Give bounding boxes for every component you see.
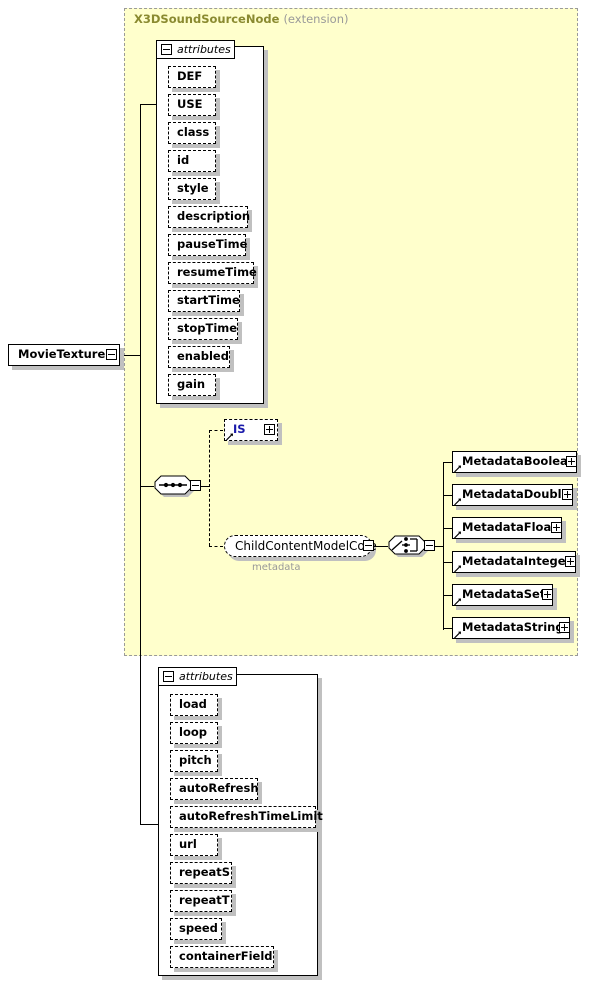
extension-kind-label: (extension) (283, 12, 349, 26)
attribute-starttime[interactable]: startTime (168, 290, 240, 312)
inherited-attributes-collapse-icon[interactable] (161, 44, 172, 55)
extension-base-type-label: X3DSoundSourceNode (134, 12, 280, 26)
attribute-label: class (177, 125, 210, 140)
attribute-label: DEF (177, 69, 203, 84)
connector-sequence-out (201, 486, 209, 487)
own-attributes-header-label: attributes (179, 670, 233, 683)
metadata-element-label: MetadataInteger (462, 554, 572, 569)
attribute-label: id (177, 153, 190, 168)
attribute-label: gain (177, 377, 206, 392)
reference-arrow-icon (453, 564, 461, 573)
connector-to-own-attributes (140, 824, 158, 825)
inherited-attributes-header[interactable]: attributes (156, 40, 235, 59)
attribute-label: url (179, 837, 197, 852)
metadata-element-float[interactable]: MetadataFloat (452, 517, 562, 539)
metadata-element-label: MetadataDouble (462, 487, 570, 502)
attribute-pitch[interactable]: pitch (170, 750, 218, 772)
attribute-label: autoRefreshTimeLimit (179, 809, 323, 824)
attribute-containerfield[interactable]: containerField (170, 946, 274, 968)
attribute-url[interactable]: url (170, 834, 218, 856)
own-attributes-header[interactable]: attributes (158, 667, 237, 686)
metadata-element-label: MetadataFloat (462, 520, 557, 535)
attribute-def[interactable]: DEF (168, 66, 216, 88)
attribute-label: repeatS (179, 865, 231, 880)
sequence-collapse-icon[interactable] (190, 480, 201, 491)
connector-to-inherited-attributes (140, 104, 156, 105)
attribute-use[interactable]: USE (168, 94, 216, 116)
attribute-label: pitch (179, 753, 212, 768)
attribute-label: startTime (177, 293, 240, 308)
attribute-description[interactable]: description (168, 206, 250, 228)
group-reference-childcontentmodelcore[interactable]: ChildContentModelCore (224, 535, 377, 557)
connector-branch-to-is (209, 430, 223, 431)
choice-collapse-icon[interactable] (424, 540, 435, 551)
metadata-element-expand-icon[interactable] (551, 522, 562, 533)
connector-sequence-branch-vertical (209, 430, 210, 546)
is-element-expand-icon[interactable] (264, 424, 275, 435)
connector-trunk (140, 104, 141, 824)
attribute-label: description (177, 209, 251, 224)
reference-arrow-icon (453, 530, 461, 539)
attribute-enabled[interactable]: enabled (168, 346, 230, 368)
metadata-element-double[interactable]: MetadataDouble (452, 484, 573, 506)
is-reference-arrow-icon (225, 432, 233, 441)
reference-arrow-icon (453, 497, 461, 506)
attribute-pausetime[interactable]: pauseTime (168, 234, 247, 256)
attribute-label: enabled (177, 349, 229, 364)
metadata-element-label: MetadataString (462, 620, 564, 635)
attribute-speed[interactable]: speed (170, 918, 222, 940)
connector-metadata-trunk (443, 462, 444, 630)
metadata-element-expand-icon[interactable] (566, 456, 577, 467)
metadata-element-string[interactable]: MetadataString (452, 617, 570, 639)
inherited-attributes-header-label: attributes (177, 43, 231, 56)
root-element-collapse-icon[interactable] (106, 349, 117, 360)
root-element-movietexture[interactable]: MovieTexture (8, 344, 120, 366)
attribute-stoptime[interactable]: stopTime (168, 318, 238, 340)
attribute-class[interactable]: class (168, 122, 216, 144)
attribute-repeatt[interactable]: repeatT (170, 890, 232, 912)
group-reference-collapse-icon[interactable] (363, 540, 374, 551)
attribute-label: style (177, 181, 209, 196)
attribute-autorefreshtimelimit[interactable]: autoRefreshTimeLimit (170, 806, 323, 828)
own-attributes-collapse-icon[interactable] (163, 671, 174, 682)
attribute-gain[interactable]: gain (168, 374, 216, 396)
attribute-label: resumeTime (177, 265, 257, 280)
metadata-element-expand-icon[interactable] (562, 489, 573, 500)
attribute-style[interactable]: style (168, 178, 216, 200)
reference-arrow-icon (453, 597, 461, 606)
attribute-loop[interactable]: loop (170, 722, 218, 744)
metadata-element-expand-icon[interactable] (559, 622, 570, 633)
metadata-element-label: MetadataSet (462, 587, 546, 602)
attribute-label: repeatT (179, 893, 230, 908)
metadata-element-set[interactable]: MetadataSet (452, 584, 553, 606)
reference-arrow-icon (453, 630, 461, 639)
group-reference-caption: metadata (252, 562, 301, 573)
attribute-resumetime[interactable]: resumeTime (168, 262, 257, 284)
attribute-id[interactable]: id (168, 150, 216, 172)
attribute-label: autoRefresh (179, 781, 259, 796)
attribute-label: stopTime (177, 321, 238, 336)
attribute-label: containerField (179, 949, 273, 964)
attribute-label: load (179, 697, 207, 712)
attribute-load[interactable]: load (170, 694, 218, 716)
root-element-label: MovieTexture (18, 347, 106, 362)
metadata-element-integer[interactable]: MetadataInteger (452, 551, 576, 573)
extension-region-title: X3DSoundSourceNode (extension) (134, 12, 348, 26)
metadata-element-boolean[interactable]: MetadataBoolean (452, 451, 577, 473)
attribute-autorefresh[interactable]: autoRefresh (170, 778, 259, 800)
metadata-element-expand-icon[interactable] (565, 556, 576, 567)
metadata-element-expand-icon[interactable] (542, 589, 553, 600)
attribute-label: speed (179, 921, 218, 936)
reference-arrow-icon (453, 464, 461, 473)
metadata-element-label: MetadataBoolean (462, 454, 577, 469)
attribute-repeats[interactable]: repeatS (170, 862, 232, 884)
attribute-label: USE (177, 97, 203, 112)
attribute-label: pauseTime (177, 237, 248, 252)
connector-branch-to-group (209, 546, 223, 547)
attribute-label: loop (179, 725, 207, 740)
